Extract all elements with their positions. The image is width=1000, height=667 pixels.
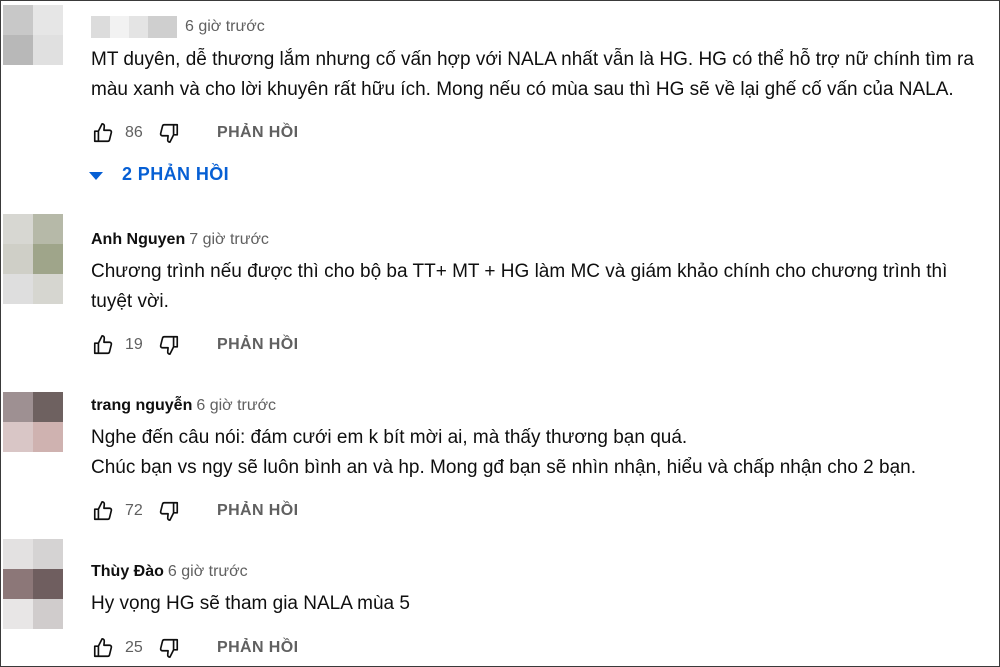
comment-header: Anh Nguyen 7 giờ trước	[91, 230, 269, 250]
reply-button[interactable]: PHẢN HỒI	[217, 124, 298, 142]
caret-down-icon	[89, 171, 103, 180]
avatar-pixel	[3, 214, 33, 244]
avatar[interactable]	[3, 392, 63, 452]
like-count: 72	[125, 502, 143, 519]
comment-text: Chương trình nếu được thì cho bộ ba TT+ …	[91, 261, 948, 312]
avatar[interactable]	[3, 539, 63, 629]
avatar[interactable]	[3, 214, 63, 304]
comment-text: Nghe đến câu nói: đám cưới em k bít mời …	[91, 427, 916, 478]
comment-time[interactable]: 6 giờ trước	[185, 18, 265, 35]
comment-time[interactable]: 7 giờ trước	[189, 231, 269, 248]
thumbs-up-icon	[93, 501, 113, 521]
dislike-button[interactable]	[157, 121, 181, 145]
reply-button[interactable]: PHẢN HỒI	[217, 502, 298, 520]
thumbs-up-icon	[93, 335, 113, 355]
dislike-button[interactable]	[157, 499, 181, 523]
comment-header: Thùy Đào 6 giờ trước	[91, 562, 248, 582]
author-name[interactable]: trang nguyễn	[91, 397, 192, 414]
thumbs-down-icon	[159, 638, 179, 658]
thumbs-up-icon	[93, 123, 113, 143]
dislike-button[interactable]	[157, 636, 181, 660]
avatar-pixel	[3, 35, 33, 65]
avatar-pixel	[33, 214, 63, 244]
like-button[interactable]	[91, 333, 115, 357]
view-replies-button[interactable]: 2 PHẢN HỒI	[89, 164, 229, 185]
avatar-pixel	[33, 244, 63, 274]
comment-actions: 19 PHẢN HỒI	[91, 333, 298, 357]
comment-text: Hy vọng HG sẽ tham gia NALA mùa 5	[91, 593, 410, 614]
comment-actions: 86 PHẢN HỒI	[91, 121, 298, 145]
avatar-pixel	[3, 5, 33, 35]
comment-header: trang nguyễn 6 giờ trước	[91, 396, 276, 416]
author-name[interactable]: Thùy Đào	[91, 563, 164, 580]
dislike-button[interactable]	[157, 333, 181, 357]
comment-text: MT duyên, dễ thương lắm nhưng cố vấn hợp…	[91, 49, 974, 100]
like-button[interactable]	[91, 499, 115, 523]
like-button[interactable]	[91, 121, 115, 145]
like-count: 86	[125, 124, 143, 141]
like-count: 25	[125, 639, 143, 656]
avatar-pixel	[33, 5, 63, 35]
avatar-pixel	[3, 274, 33, 304]
avatar-pixel	[33, 35, 63, 65]
like-count: 19	[125, 336, 143, 353]
comment-header: 6 giờ trước	[91, 16, 265, 38]
avatar-pixel	[33, 539, 63, 569]
avatar-pixel	[3, 422, 33, 452]
avatar-pixel	[33, 569, 63, 599]
replies-count-label: 2 PHẢN HỒI	[122, 164, 230, 184]
comment-actions: 72 PHẢN HỒI	[91, 499, 298, 523]
thumbs-down-icon	[159, 123, 179, 143]
comment-time[interactable]: 6 giờ trước	[196, 397, 276, 414]
avatar-pixel	[3, 539, 33, 569]
reply-button[interactable]: PHẢN HỒI	[217, 336, 298, 354]
comments-panel: 6 giờ trước MT duyên, dễ thương lắm nhưn…	[0, 0, 1000, 667]
avatar-pixel	[3, 244, 33, 274]
author-name-blurred[interactable]	[91, 16, 177, 38]
author-name[interactable]: Anh Nguyen	[91, 231, 185, 248]
avatar[interactable]	[3, 5, 63, 65]
thumbs-up-icon	[93, 638, 113, 658]
like-button[interactable]	[91, 636, 115, 660]
avatar-pixel	[3, 392, 33, 422]
comment-actions: 25 PHẢN HỒI	[91, 636, 298, 660]
avatar-pixel	[3, 569, 33, 599]
avatar-pixel	[33, 599, 63, 629]
comment-time[interactable]: 6 giờ trước	[168, 563, 248, 580]
avatar-pixel	[33, 422, 63, 452]
reply-button[interactable]: PHẢN HỒI	[217, 639, 298, 657]
avatar-pixel	[33, 392, 63, 422]
thumbs-down-icon	[159, 501, 179, 521]
avatar-pixel	[33, 274, 63, 304]
avatar-pixel	[3, 599, 33, 629]
thumbs-down-icon	[159, 335, 179, 355]
